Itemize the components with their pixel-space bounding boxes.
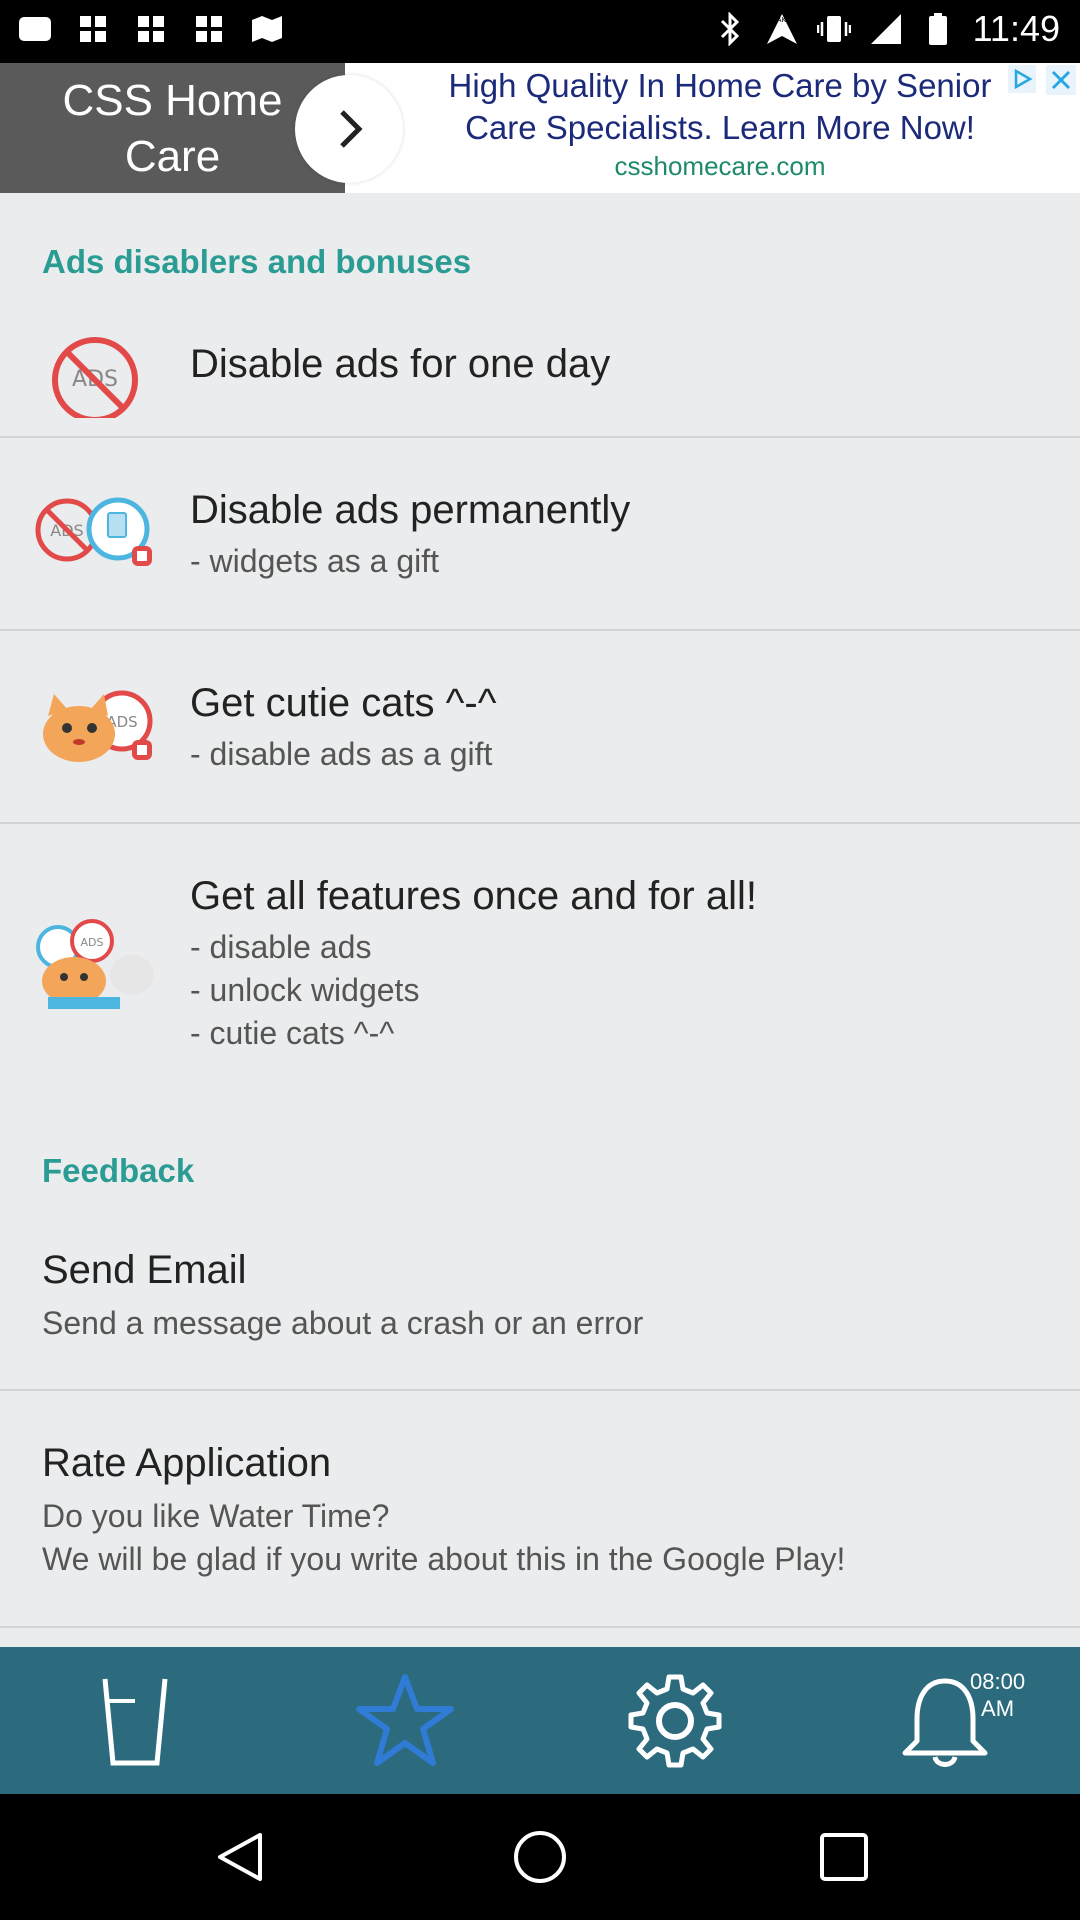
recents-icon xyxy=(820,1833,868,1881)
battery-icon xyxy=(921,12,955,46)
nav-bonuses-button[interactable] xyxy=(270,1647,540,1794)
bluetooth-icon xyxy=(713,12,747,46)
list-item-disable-one-day[interactable]: ADS Disable ads for one day xyxy=(0,300,1080,438)
rate-subtitle-line2: We will be glad if you write about this … xyxy=(42,1541,846,1577)
rate-title: Rate Application xyxy=(42,1441,332,1485)
list-item-send-email[interactable]: Send Email Send a message about a crash … xyxy=(0,1208,1080,1391)
fake-gps-icon: FAKE xyxy=(765,12,799,46)
ad-brand[interactable]: CSS Home Care xyxy=(0,63,345,193)
nav-water-button[interactable] xyxy=(0,1647,270,1794)
ad-close-icon[interactable] xyxy=(1046,65,1076,95)
star-icon xyxy=(356,1673,454,1766)
clock: 11:49 xyxy=(972,8,1060,49)
list-item-all-features[interactable]: ADS Get all features once and for all! -… xyxy=(0,824,1080,1084)
send-email-title: Send Email xyxy=(42,1248,247,1292)
bottom-nav xyxy=(0,1647,1080,1794)
hangouts-notification-icon xyxy=(18,12,52,46)
ads-section-header: Ads disablers and bonuses xyxy=(42,243,472,280)
map-notification-icon xyxy=(250,12,284,46)
alarm-time: 08:00 AM xyxy=(970,1668,1025,1722)
grid-notification-icon xyxy=(76,12,110,46)
send-email-subtitle: Send a message about a crash or an error xyxy=(42,1305,644,1341)
ad-brand-line2: Care xyxy=(124,132,221,181)
no-ads-widget-icon: ADS xyxy=(34,483,156,583)
alarm-time-line1: 08:00 xyxy=(970,1669,1026,1694)
system-nav-bar xyxy=(0,1794,1080,1920)
alarm-time-line2: AM xyxy=(981,1696,1015,1721)
svg-text:ADS: ADS xyxy=(81,936,104,949)
chevron-right-icon xyxy=(340,110,363,148)
item-subtitle: - disable ads as a gift xyxy=(190,736,493,772)
list-item-cutie-cats[interactable]: ADS Get cutie cats ^-^ - disable ads as … xyxy=(0,631,1080,824)
nav-settings-button[interactable] xyxy=(540,1647,810,1794)
glass-icon xyxy=(102,1678,168,1765)
adchoices-icon[interactable] xyxy=(1008,65,1036,93)
ad-url[interactable]: csshomecare.com xyxy=(420,151,1020,182)
item-title: Get cutie cats ^-^ xyxy=(190,681,497,725)
home-icon xyxy=(514,1831,566,1883)
fake-label: FAKE xyxy=(773,16,790,24)
item-title: Disable ads for one day xyxy=(190,342,611,386)
item-subtitle: - widgets as a gift xyxy=(190,543,439,579)
item-title: Disable ads permanently xyxy=(190,488,631,532)
ad-banner[interactable]: CSS Home Care High Quality In Home Care … xyxy=(0,63,1080,193)
status-bar: FAKE 11:49 xyxy=(0,0,1080,63)
list-item-rate-application[interactable]: Rate Application Do you like Water Time?… xyxy=(0,1391,1080,1628)
item-title: Get all features once and for all! xyxy=(190,874,757,918)
back-icon xyxy=(218,1833,262,1881)
back-button[interactable] xyxy=(140,1794,340,1920)
item-subtitle: - disable ads xyxy=(190,929,372,965)
rate-subtitle-line1: Do you like Water Time? xyxy=(42,1498,390,1534)
nav-reminder-button[interactable] xyxy=(810,1647,1080,1794)
item-subtitle: - cutie cats ^-^ xyxy=(190,1015,395,1051)
item-subtitle: - unlock widgets xyxy=(190,972,420,1008)
grid-notification-icon xyxy=(192,12,226,46)
vibrate-icon xyxy=(816,12,851,46)
gear-icon xyxy=(628,1674,722,1767)
grid-notification-icon xyxy=(134,12,168,46)
ad-headline[interactable]: High Quality In Home Care by Senior Care… xyxy=(420,65,1020,149)
feedback-section-header: Feedback xyxy=(42,1152,195,1189)
home-button[interactable] xyxy=(440,1794,640,1920)
all-features-icon: ADS xyxy=(34,917,156,1017)
recents-button[interactable] xyxy=(744,1794,944,1920)
ad-open-button[interactable] xyxy=(295,75,403,183)
no-ads-icon: ADS xyxy=(34,318,156,423)
signal-icon xyxy=(869,12,903,46)
list-item-disable-permanently[interactable]: ADS Disable ads permanently - widgets as… xyxy=(0,438,1080,631)
divider xyxy=(0,1626,1080,1628)
ad-brand-line1: CSS Home xyxy=(62,76,283,125)
cat-no-ads-icon: ADS xyxy=(34,676,156,776)
